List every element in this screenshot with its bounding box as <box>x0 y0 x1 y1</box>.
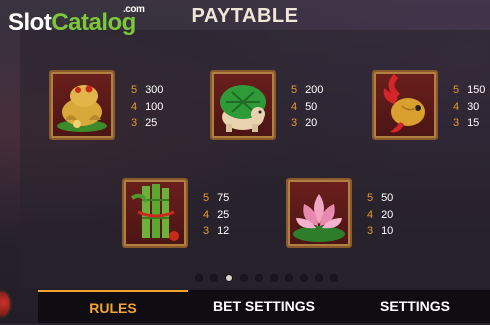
jade-turtle-icon <box>210 70 276 140</box>
page-title: PAYTABLE <box>191 5 299 27</box>
lotus-flower-icon <box>286 178 352 248</box>
bamboo-icon <box>122 178 188 248</box>
page-dot-4[interactable] <box>241 275 247 281</box>
page-dot-3-active[interactable] <box>226 275 232 281</box>
paytable-panel <box>20 30 490 288</box>
page-dot-6[interactable] <box>271 275 277 281</box>
page-dot-8[interactable] <box>301 275 307 281</box>
tab-rules[interactable]: RULES <box>38 290 188 323</box>
page-dot-10[interactable] <box>331 275 337 281</box>
tab-bar: RULES BET SETTINGS SETTINGS <box>38 290 490 323</box>
page-dot-5[interactable] <box>256 275 262 281</box>
page-dot-2[interactable] <box>211 275 217 281</box>
paytable-turtle: 5 200 4 50 3 20 <box>291 84 324 129</box>
paytable-lotus: 5 50 4 20 3 10 <box>367 192 394 237</box>
paytable-bamboo: 5 75 4 25 3 12 <box>203 192 230 237</box>
page-dot-7[interactable] <box>286 275 292 281</box>
page-dot-1[interactable] <box>196 275 202 281</box>
golden-toad-icon <box>49 70 115 140</box>
tab-bet-settings[interactable]: BET SETTINGS <box>188 290 340 323</box>
page-dot-9[interactable] <box>316 275 322 281</box>
paytable-koi: 5 150 4 30 3 15 <box>453 84 486 129</box>
koi-fish-icon <box>372 70 438 140</box>
tab-settings[interactable]: SETTINGS <box>340 290 490 323</box>
paytable-toad: 5 300 4 100 3 25 <box>131 84 164 129</box>
